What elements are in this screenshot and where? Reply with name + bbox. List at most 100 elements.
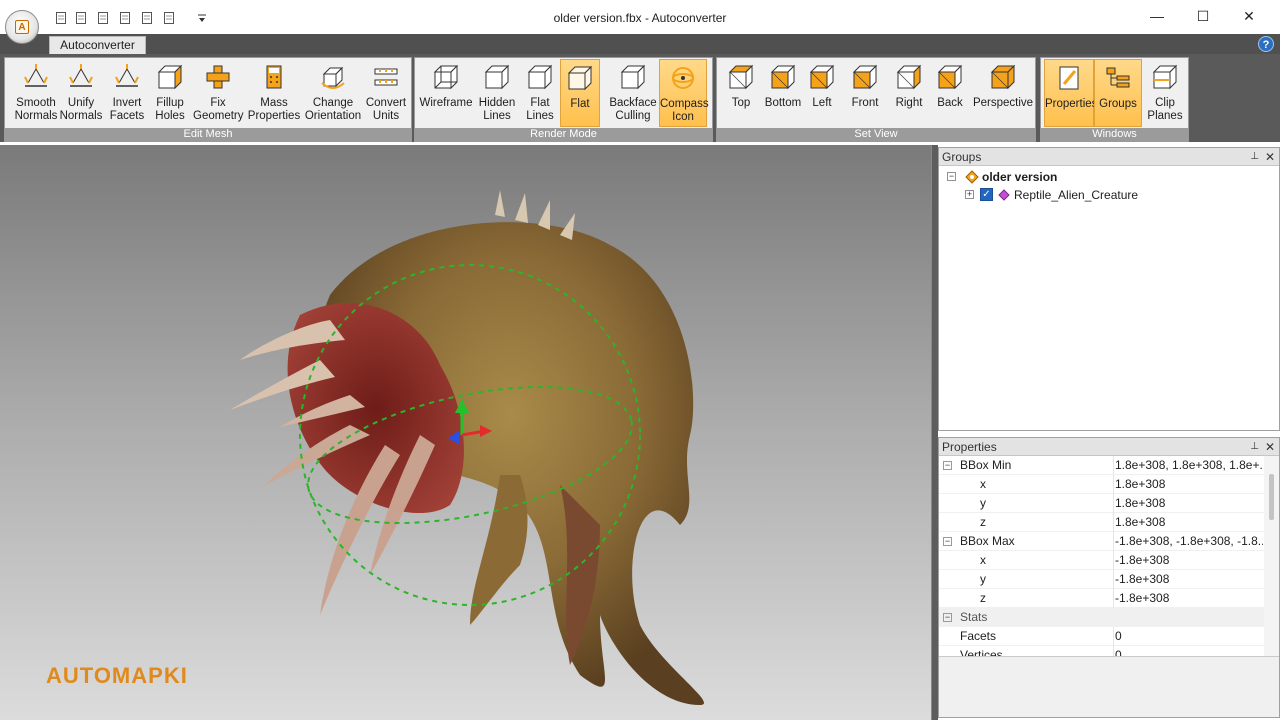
- ribbon-button-label: Front: [851, 97, 879, 109]
- property-row[interactable]: z 1.8e+308: [939, 513, 1264, 532]
- ribbon-button-label: Flat Lines: [526, 97, 554, 122]
- flat-button[interactable]: Flat: [560, 59, 600, 127]
- fix-geometry-button[interactable]: Fix Geometry: [193, 59, 244, 127]
- property-name: Facets: [960, 629, 997, 643]
- flat-lines-button[interactable]: Flat Lines: [521, 59, 559, 127]
- 3d-viewport[interactable]: AUTOMAPKI: [0, 145, 932, 720]
- property-row[interactable]: y 1.8e+308: [939, 494, 1264, 513]
- property-name: x: [980, 477, 986, 491]
- watermark-text: AUTOMAPKI: [46, 663, 188, 688]
- properties-panel-header: Properties ⊥ ✕: [939, 438, 1279, 456]
- mass-properties-button[interactable]: Mass Properties: [247, 59, 301, 127]
- property-row[interactable]: − BBox Min 1.8e+308, 1.8e+308, 1.8e+...: [939, 456, 1264, 475]
- smooth-normals-button[interactable]: Smooth Normals: [14, 59, 58, 127]
- property-row[interactable]: z -1.8e+308: [939, 589, 1264, 608]
- clip-planes-button[interactable]: Clip Planes: [1143, 59, 1187, 127]
- groups-panel: Groups ⊥ ✕ − older version + ✓ Reptile_A…: [938, 147, 1280, 431]
- property-value[interactable]: 0: [1113, 646, 1263, 656]
- property-grid[interactable]: − BBox Min 1.8e+308, 1.8e+308, 1.8e+... x 1.…: [939, 456, 1264, 656]
- property-row[interactable]: x 1.8e+308: [939, 475, 1264, 494]
- property-name: x: [980, 553, 986, 567]
- ribbon-group-caption: Render Mode: [415, 128, 712, 141]
- hidden-lines-button[interactable]: Hidden Lines: [475, 59, 519, 127]
- property-row[interactable]: y -1.8e+308: [939, 570, 1264, 589]
- property-value[interactable]: 1.8e+308, 1.8e+308, 1.8e+...: [1113, 456, 1263, 475]
- property-value[interactable]: -1.8e+308: [1113, 551, 1263, 570]
- groups-close-icon[interactable]: ✕: [1265, 148, 1275, 166]
- application-menu-button[interactable]: A: [5, 10, 39, 44]
- ribbon-button-label: Perspective: [972, 97, 1034, 109]
- property-row[interactable]: x -1.8e+308: [939, 551, 1264, 570]
- ribbon-button-label: Smooth Normals: [14, 97, 58, 122]
- minimize-button[interactable]: —: [1134, 0, 1180, 32]
- flat-icon: [567, 65, 593, 91]
- property-name: z: [980, 515, 986, 529]
- property-value[interactable]: -1.8e+308: [1113, 589, 1263, 608]
- property-value[interactable]: -1.8e+308: [1113, 570, 1263, 589]
- properties-close-icon[interactable]: ✕: [1265, 438, 1275, 456]
- property-scrollbar[interactable]: [1264, 456, 1279, 656]
- properties-panel: Properties ⊥ ✕ − BBox Min 1.8e+308, 1.8e+3…: [938, 437, 1280, 718]
- invert-facets-button[interactable]: Invert Facets: [105, 59, 149, 127]
- property-row[interactable]: − BBox Max -1.8e+308, -1.8e+308, -1.8...: [939, 532, 1264, 551]
- ribbon-button-label: Clip Planes: [1147, 97, 1183, 122]
- groups-panel-title: Groups: [942, 150, 982, 164]
- property-value[interactable]: -1.8e+308, -1.8e+308, -1.8...: [1113, 532, 1263, 551]
- tree-root-label: older version: [982, 170, 1058, 184]
- visibility-checkbox[interactable]: ✓: [980, 188, 993, 201]
- collapse-icon[interactable]: −: [947, 172, 956, 181]
- help-icon[interactable]: ?: [1258, 36, 1274, 52]
- property-row[interactable]: − Stats: [939, 608, 1264, 627]
- right-button[interactable]: Right: [889, 59, 929, 127]
- top-button[interactable]: Top: [721, 59, 761, 127]
- groups-button[interactable]: Groups: [1094, 59, 1142, 127]
- hidden-lines-icon: [484, 64, 510, 90]
- front-button[interactable]: Front: [843, 59, 887, 127]
- ribbon-button-label: Top: [731, 97, 751, 109]
- unify-normals-button[interactable]: Unify Normals: [59, 59, 103, 127]
- property-value[interactable]: 1.8e+308: [1113, 494, 1263, 513]
- bottom-button[interactable]: Bottom: [763, 59, 803, 127]
- property-row[interactable]: Facets 0: [939, 627, 1264, 646]
- ribbon-group-set-view: Top Bottom Left Front Right Back Perspec…: [716, 57, 1036, 142]
- flat-lines-icon: [527, 64, 553, 90]
- ribbon-button-label: Groups: [1099, 98, 1137, 110]
- property-name: Stats: [960, 610, 988, 624]
- collapse-icon[interactable]: −: [943, 613, 952, 622]
- groups-panel-header: Groups ⊥ ✕: [939, 148, 1279, 166]
- backface-culling-button[interactable]: Backface Culling: [608, 59, 658, 127]
- fix-geometry-icon: [206, 65, 230, 89]
- creature-model[interactable]: [0, 145, 932, 720]
- tree-root-row[interactable]: − older version: [945, 168, 1265, 186]
- perspective-button[interactable]: Perspective: [971, 59, 1035, 127]
- collapse-icon[interactable]: −: [943, 537, 952, 546]
- pin-icon[interactable]: ⊥: [1250, 438, 1259, 456]
- wireframe-button[interactable]: Wireframe: [419, 59, 473, 127]
- ribbon-group-edit-mesh: Smooth Normals Unify Normals Invert Facets…: [4, 57, 412, 142]
- property-value[interactable]: 1.8e+308: [1113, 475, 1263, 494]
- collapse-icon[interactable]: −: [943, 461, 952, 470]
- property-value[interactable]: 0: [1113, 627, 1263, 646]
- maximize-button[interactable]: ☐: [1180, 0, 1226, 32]
- tree-item-row[interactable]: + ✓ Reptile_Alien_Creature: [945, 186, 1265, 204]
- compass-icon-button[interactable]: Compass Icon: [659, 59, 709, 127]
- close-button[interactable]: ✕: [1226, 0, 1272, 32]
- properties-button[interactable]: Properties: [1044, 59, 1097, 127]
- ribbon-button-label: Invert Facets: [109, 97, 145, 122]
- ribbon-tab-strip: Autoconverter ?: [0, 34, 1280, 54]
- left-button[interactable]: Left: [803, 59, 841, 127]
- tab-autoconverter[interactable]: Autoconverter: [49, 36, 146, 54]
- scrollbar-thumb[interactable]: [1269, 474, 1274, 520]
- ribbon-button-label: Left: [812, 97, 832, 109]
- pin-icon[interactable]: ⊥: [1250, 148, 1259, 166]
- fillup-holes-button[interactable]: Fillup Holes: [149, 59, 191, 127]
- expand-icon[interactable]: +: [965, 190, 974, 199]
- property-description-area: [939, 656, 1279, 717]
- unify-normals-icon: [69, 64, 93, 87]
- convert-units-button[interactable]: Convert Units: [364, 59, 408, 127]
- property-row[interactable]: Vertices 0: [939, 646, 1264, 656]
- view-front-icon: [852, 64, 878, 90]
- property-value[interactable]: 1.8e+308: [1113, 513, 1263, 532]
- change-orientation-button[interactable]: Change Orientation: [303, 59, 363, 127]
- back-button[interactable]: Back: [931, 59, 969, 127]
